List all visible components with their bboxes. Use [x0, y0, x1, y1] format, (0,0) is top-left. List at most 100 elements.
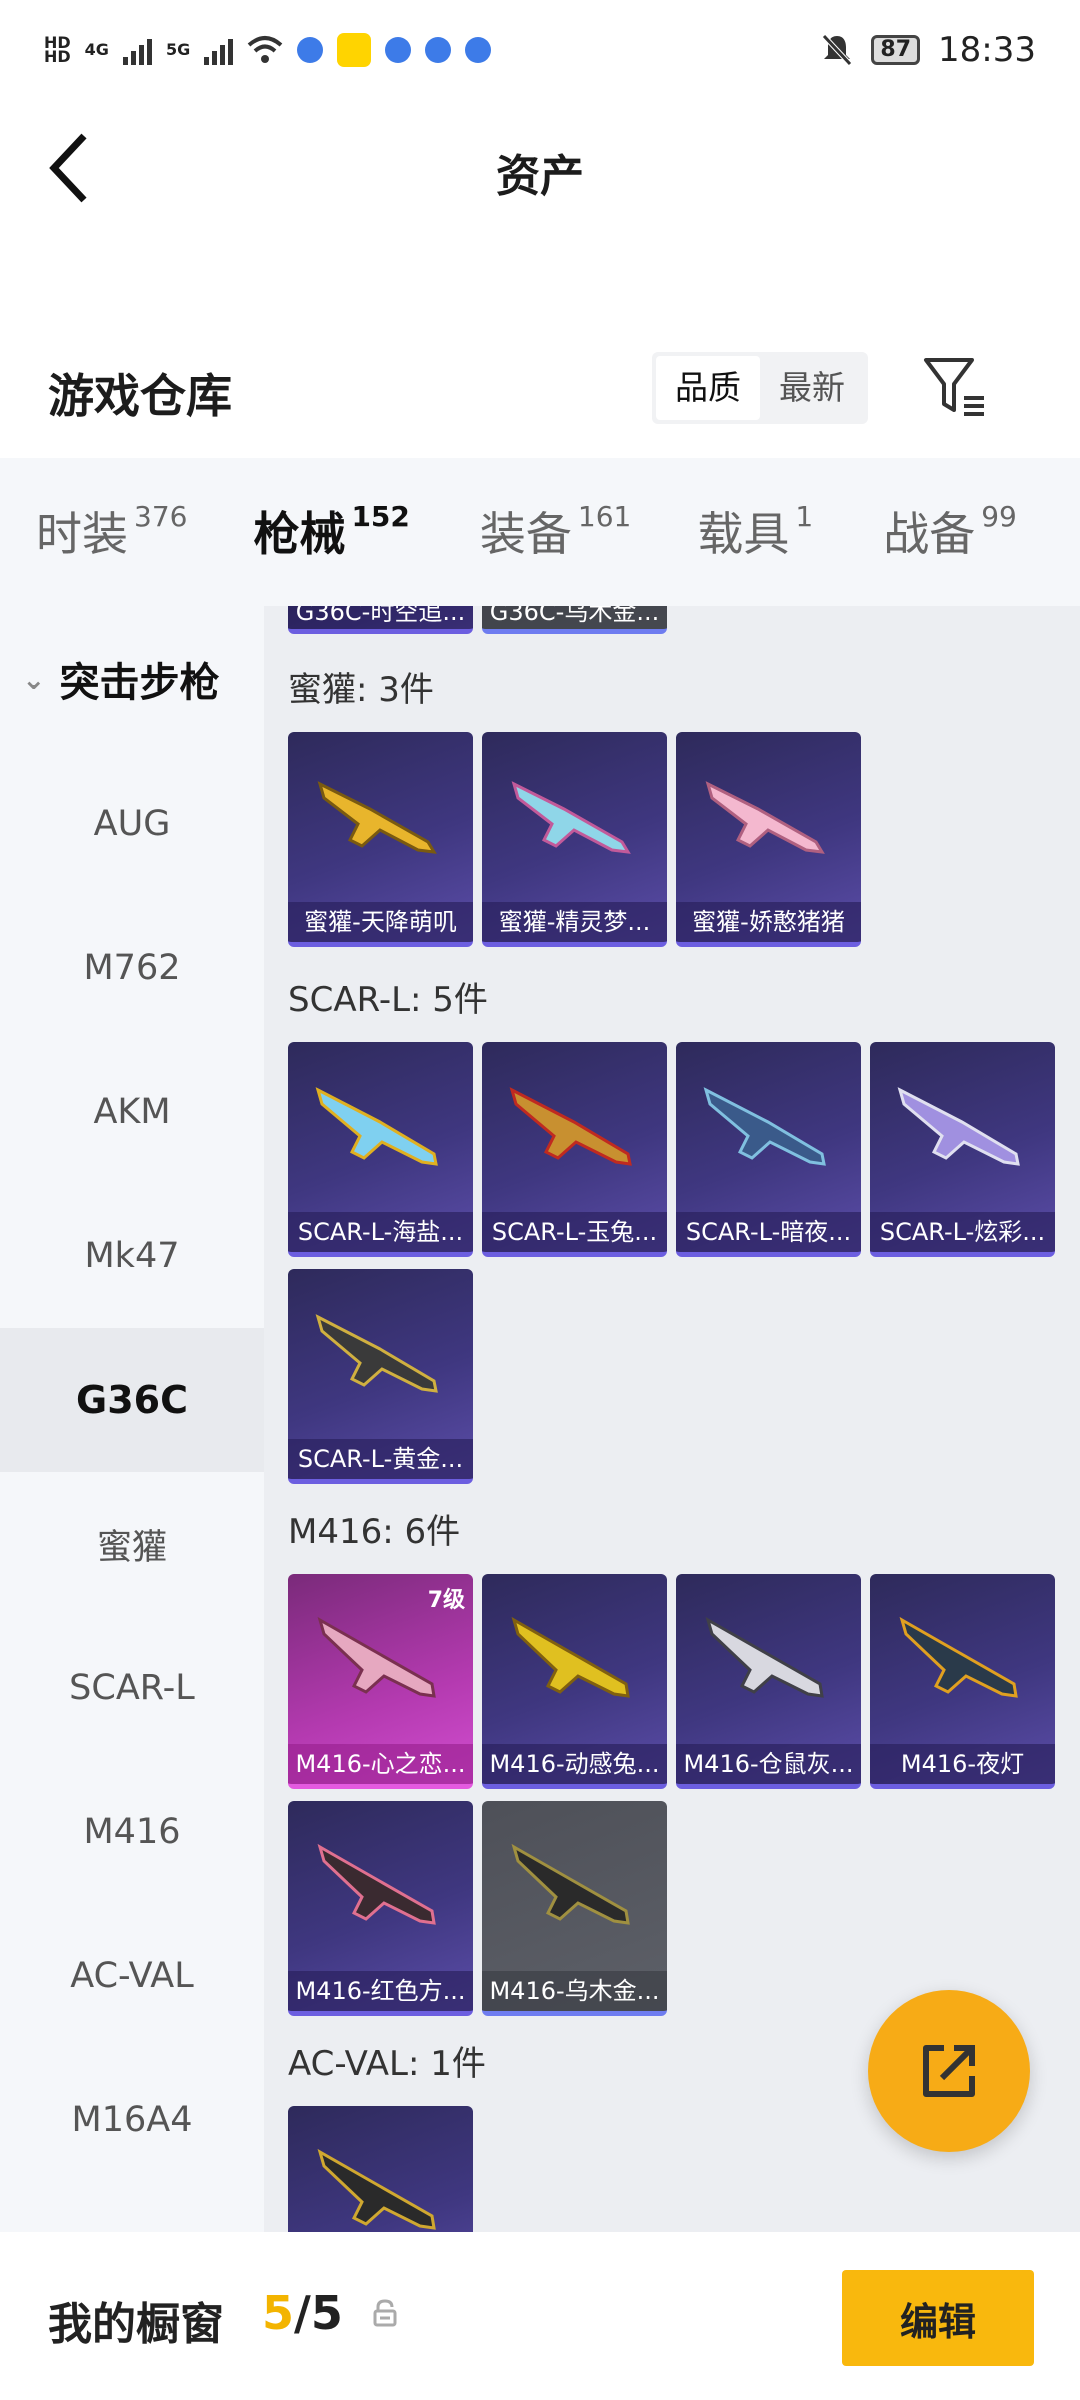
honey-badger-grid: 蜜獾-天降萌叽 蜜獾-精灵梦... 蜜獾-娇憨猪猪: [288, 732, 1055, 947]
weapon-card[interactable]: M416-动感兔...: [482, 1574, 667, 1789]
weapon-card-label: SCAR-L-黄金...: [288, 1439, 473, 1479]
status-bar: HD HD 4G 5G 87 18:33: [0, 0, 1080, 100]
weapon-card[interactable]: M416-红色方...: [288, 1801, 473, 2016]
rifle-icon: [317, 781, 437, 854]
rifle-icon: [703, 1087, 826, 1166]
tab-label: 战备: [883, 507, 976, 561]
wifi-icon: [247, 36, 283, 63]
signal-icon: [122, 35, 152, 65]
sort-newest-button[interactable]: 最新: [760, 356, 864, 420]
signal-icon: [204, 35, 234, 65]
weapon-card-label: M416-动感兔...: [482, 1744, 667, 1784]
rifle-icon: [511, 781, 631, 854]
weapon-card[interactable]: M416-夜灯: [870, 1574, 1055, 1789]
weapon-card-label: M416-仓鼠灰...: [676, 1744, 861, 1784]
m416-grid: 7级 M416-心之恋... M416-动感兔... M416-仓鼠灰... M…: [288, 1574, 1055, 2016]
weapon-card[interactable]: M416-仓鼠灰...: [676, 1574, 861, 1789]
weapon-card[interactable]: G36C-乌木金...: [482, 606, 667, 634]
filter-icon[interactable]: [920, 352, 990, 422]
sort-quality-button[interactable]: 品质: [656, 356, 760, 420]
warehouse-title: 游戏仓库: [48, 369, 232, 423]
tab-vehicles[interactable]: 载具 1: [697, 498, 813, 564]
weapon-card-label: 蜜獾-娇憨猪猪: [676, 902, 861, 942]
weapon-card-label: M416-夜灯: [870, 1744, 1055, 1784]
showcase-bar: 我的橱窗 5/5 编辑: [0, 2232, 1080, 2400]
sidebar-item-akm[interactable]: AKM: [0, 1040, 264, 1184]
group-title: SCAR-L: 5件: [288, 980, 488, 1020]
sort-toggle: 品质 最新: [652, 352, 868, 424]
rifle-icon: [317, 1843, 436, 1925]
app-notification-icon: [385, 37, 412, 63]
weapon-card[interactable]: SCAR-L-海盐...: [288, 1042, 473, 1257]
rifle-icon: [899, 1616, 1018, 1698]
tab-label: 时装: [36, 507, 128, 561]
showcase-title: 我的橱窗: [48, 2299, 224, 2350]
tab-fashion[interactable]: 时装 376: [36, 498, 187, 564]
sidebar-item-scar-l[interactable]: SCAR-L: [0, 1616, 264, 1760]
weapon-card[interactable]: SCAR-L-炫彩...: [870, 1042, 1055, 1257]
network-4g-label: 4G: [84, 40, 109, 59]
tab-equipment[interactable]: 装备 161: [480, 498, 631, 564]
sidebar-category-label: 突击步枪: [59, 660, 220, 706]
share-external-icon: [923, 2045, 975, 2097]
weapon-card-label: 蜜獾-精灵梦...: [482, 902, 667, 942]
weapon-card-label: G36C-乌木金...: [482, 606, 667, 629]
weapon-card[interactable]: 蜜獾-精灵梦...: [482, 732, 667, 947]
showcase-current: 5: [262, 2286, 295, 2340]
weapon-card-label: G36C-时空追...: [288, 606, 473, 629]
weapon-card-label: M416-乌木金...: [482, 1971, 667, 2011]
status-right: 87 18:33: [821, 30, 1036, 70]
tab-label: 枪械: [253, 507, 346, 561]
showcase-count: 5/5: [262, 2286, 343, 2340]
scar-l-grid: SCAR-L-海盐... SCAR-L-玉兔... SCAR-L-暗夜... S…: [288, 1042, 1055, 1484]
app-notification-icon: [465, 37, 492, 63]
chevron-down-icon: ⌄: [22, 662, 46, 696]
weapon-card[interactable]: 蜜獾-天降萌叽: [288, 732, 473, 947]
sidebar-item-g36c[interactable]: G36C: [0, 1328, 264, 1472]
tab-count: 376: [134, 500, 188, 533]
category-tabs: 时装 376 枪械 152 装备 161 载具 1 战备 99: [0, 458, 1080, 616]
tab-count: 1: [795, 500, 814, 533]
rifle-icon: [315, 1314, 438, 1393]
sidebar-item-mk47[interactable]: Mk47: [0, 1184, 264, 1328]
weapon-card[interactable]: SCAR-L-玉兔...: [482, 1042, 667, 1257]
sidebar-item-m416[interactable]: M416: [0, 1760, 264, 1904]
sidebar-item-aug[interactable]: AUG: [0, 752, 264, 896]
level-badge: 7级: [427, 1588, 465, 1613]
weapon-card[interactable]: M416-乌木金...: [482, 1801, 667, 2016]
group-title: M416: 6件: [288, 1512, 461, 1552]
weapon-card[interactable]: SCAR-L-黄金...: [288, 1269, 473, 1484]
hd-icon: HD HD: [44, 33, 71, 66]
tab-count: 99: [981, 500, 1017, 533]
sidebar-item-ac-val[interactable]: AC-VAL: [0, 1904, 264, 2048]
tab-supplies[interactable]: 战备 99: [883, 498, 1017, 564]
edit-button[interactable]: 编辑: [842, 2270, 1034, 2366]
app-header: 资产: [0, 100, 1080, 235]
weapon-card[interactable]: [288, 2106, 473, 2232]
tab-label: 装备: [479, 507, 572, 561]
weapon-card[interactable]: 蜜獾-娇憨猪猪: [676, 732, 861, 947]
group-title: AC-VAL: 1件: [288, 2044, 486, 2084]
tab-firearms[interactable]: 枪械 152: [253, 498, 410, 616]
share-button[interactable]: [868, 1990, 1030, 2152]
rifle-icon: [315, 1087, 438, 1166]
app-notification-icon: [337, 33, 372, 67]
warehouse-header: 游戏仓库 品质 最新: [0, 330, 1080, 450]
mute-bell-icon: [822, 34, 853, 66]
weapon-card[interactable]: SCAR-L-暗夜...: [676, 1042, 861, 1257]
sidebar-item-honey-badger[interactable]: 蜜獾: [0, 1472, 264, 1616]
rifle-icon: [705, 781, 825, 854]
network-5g-label: 5G: [165, 40, 191, 59]
weapon-card[interactable]: G36C-时空追...: [288, 606, 473, 634]
status-left: HD HD 4G 5G: [44, 33, 492, 67]
showcase-total: 5: [310, 2286, 343, 2340]
tab-count: 161: [577, 500, 632, 533]
weapon-card[interactable]: 7级 M416-心之恋...: [288, 1574, 473, 1789]
weapon-card-label: 蜜獾-天降萌叽: [288, 902, 473, 942]
sidebar-category[interactable]: ⌄ 突击步枪: [0, 606, 264, 752]
rifle-icon: [705, 1616, 824, 1698]
weapon-grid-area: G36C-时空追... G36C-乌木金... 蜜獾: 3件 蜜獾-天降萌叽 蜜…: [264, 606, 1080, 2232]
sidebar-item-m762[interactable]: M762: [0, 896, 264, 1040]
sidebar-item-m16a4[interactable]: M16A4: [0, 2048, 264, 2192]
rifle-icon: [509, 1087, 632, 1166]
